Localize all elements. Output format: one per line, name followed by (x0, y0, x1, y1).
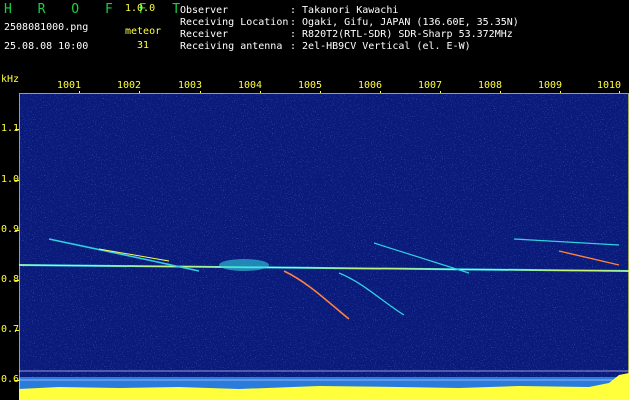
x-tick-label: 1003 (178, 80, 203, 91)
location-value: : Ogaki, Gifu, JAPAN (136.60E, 35.35N) (290, 17, 519, 28)
filename: 2508081000.png (4, 22, 89, 33)
meteor-count: 31 (137, 40, 150, 51)
x-tick-label: 1008 (478, 80, 503, 91)
receiver-value: : R820T2(RTL-SDR) SDR-Sharp 53.372MHz (290, 29, 513, 40)
app-version: 1.0.0 (125, 3, 156, 14)
meteor-label: meteor (125, 26, 162, 37)
meteor-burst (219, 259, 269, 271)
x-tick-label: 1002 (117, 80, 142, 91)
receiver-label: Receiver (180, 29, 229, 40)
observer-value: : Takanori Kawachi (290, 5, 399, 16)
y-unit-label: kHz (1, 74, 20, 85)
spectrogram-plot (19, 93, 629, 400)
x-tick-label: 1006 (358, 80, 383, 91)
antenna-value: : 2el-HB9CV Vertical (el. E-W) (290, 41, 471, 52)
spectrogram-noise (19, 93, 629, 400)
x-tick-label: 1010 (597, 80, 622, 91)
observer-label: Observer (180, 5, 229, 16)
x-tick-label: 1004 (238, 80, 263, 91)
x-tick-label: 1007 (418, 80, 443, 91)
x-tick-label: 1001 (57, 80, 82, 91)
datetime: 25.08.08 10:00 (4, 41, 89, 52)
app-title: H R O F F T (4, 2, 190, 17)
antenna-label: Receiving antenna (180, 41, 283, 52)
location-label: Receiving Location (180, 17, 289, 28)
x-tick-label: 1005 (298, 80, 323, 91)
x-tick-label: 1009 (538, 80, 563, 91)
